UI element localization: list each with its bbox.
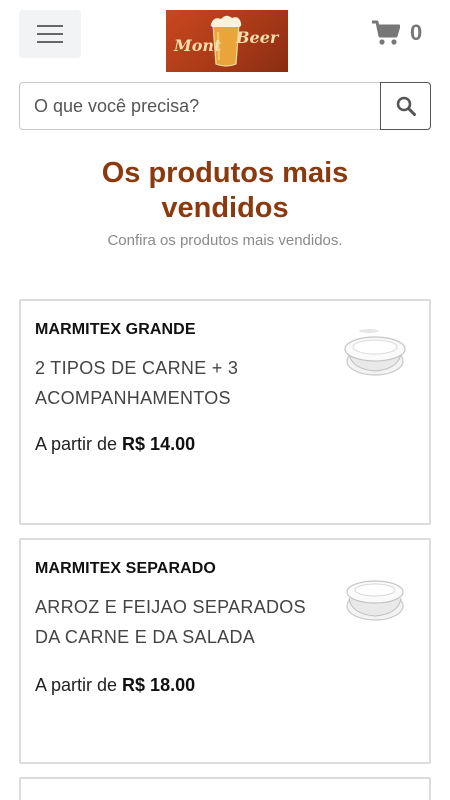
takeout-container-icon <box>346 580 404 621</box>
price-value: R$ 14.00 <box>122 434 196 454</box>
search-input[interactable] <box>19 82 381 130</box>
product-card[interactable] <box>19 777 431 800</box>
brand-logo[interactable]: Mont Beer <box>166 10 288 72</box>
cart-button[interactable]: 0 <box>372 20 422 46</box>
top-bar: Mont Beer 0 <box>0 0 450 78</box>
search-bar <box>19 82 431 130</box>
price-prefix: A partir de <box>35 434 123 454</box>
product-description-line: DA CARNE E DA SALADA <box>35 627 256 647</box>
takeout-container-icon <box>344 329 406 376</box>
cart-count: 0 <box>410 20 423 45</box>
product-description: ARROZ E FEIJAO SEPARADOS DA CARNE E DA S… <box>35 592 335 652</box>
product-price: A partir de R$ 14.00 <box>35 434 195 455</box>
product-card[interactable]: MARMITEX GRANDE 2 TIPOS DE CARNE + 3 ACO… <box>19 299 431 525</box>
product-name: MARMITEX SEPARADO <box>35 560 216 577</box>
product-description-line: ARROZ E FEIJAO SEPARADOS <box>35 597 306 617</box>
product-description: 2 TIPOS DE CARNE + 3 ACOMPANHAMENTOS <box>35 353 335 413</box>
price-value: R$ 18.00 <box>122 675 196 695</box>
product-card[interactable]: MARMITEX SEPARADO ARROZ E FEIJAO SEPARAD… <box>19 538 431 764</box>
product-name: MARMITEX GRANDE <box>35 321 196 338</box>
section-subtitle: Confira os produtos mais vendidos. <box>107 232 343 249</box>
search-button[interactable] <box>380 82 431 130</box>
product-price: A partir de R$ 18.00 <box>35 675 195 696</box>
section-title-line2: vendidos <box>161 192 289 224</box>
section-title-line1: Os produtos mais <box>101 157 349 189</box>
price-prefix: A partir de <box>35 675 123 695</box>
product-description-line: 2 TIPOS DE CARNE + 3 <box>35 358 239 378</box>
section-title: Os produtos mais vendidos <box>0 156 450 226</box>
menu-button[interactable] <box>19 10 81 58</box>
svg-text:Beer: Beer <box>235 28 280 47</box>
hamburger-menu-icon <box>37 25 63 43</box>
svg-text:Mont: Mont <box>173 36 222 55</box>
search-icon <box>396 96 416 116</box>
shopping-cart-icon <box>372 20 400 45</box>
product-description-line: ACOMPANHAMENTOS <box>35 388 231 408</box>
